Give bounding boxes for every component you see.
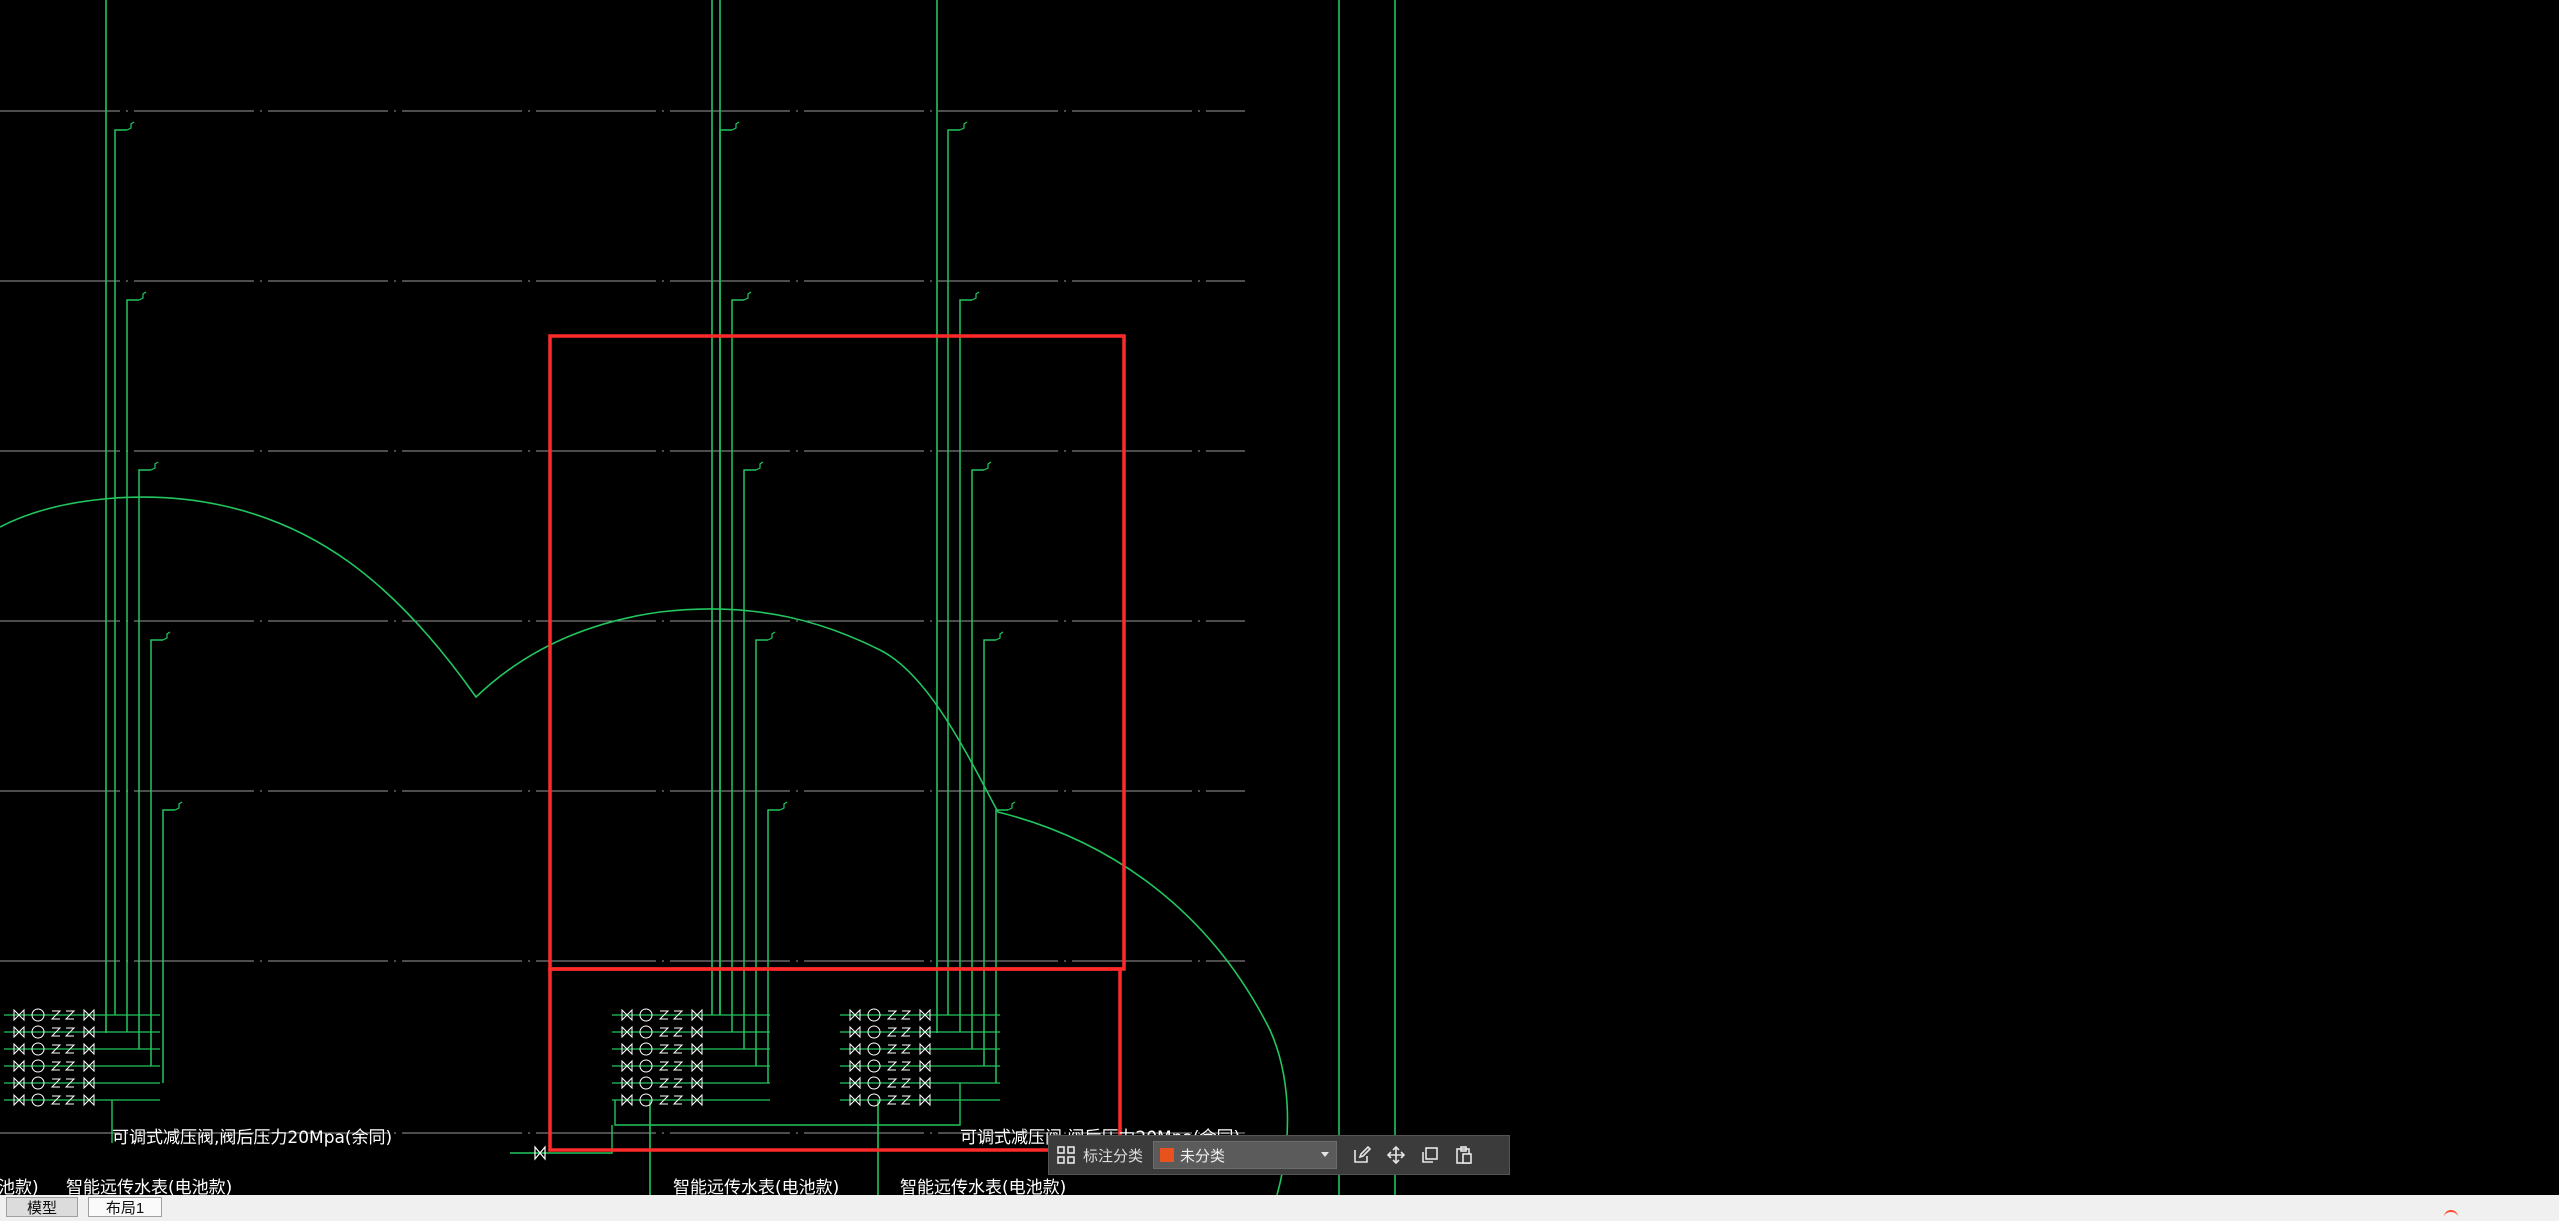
pipe-valve-mark [150,461,159,471]
branch-pipe [755,639,768,1066]
pipe-valve-mark [971,291,980,301]
pipe-valve-mark [743,291,752,301]
tab-layout1[interactable]: 布局1 [88,1197,162,1217]
paste-icon[interactable] [1447,1136,1481,1174]
meter-annotation-edge: 池款) [0,1178,39,1195]
meter-annotation-mid1: 智能远传水表(电池款) [673,1178,839,1195]
layout-tab-bar [0,1195,2559,1221]
boundary-arc [0,496,1289,1195]
branch-pipe [162,809,175,1083]
branch-pipe [126,299,139,1032]
branch-pipe [947,129,960,1015]
branch-pipe [138,469,151,1049]
category-select-value: 未分类 [1180,1147,1226,1165]
classify-label: 标注分类 [1083,1147,1144,1165]
branch-pipe [959,299,972,1032]
meter-groups [4,1008,1000,1107]
meter-annotation-left: 智能远传水表(电池款) [66,1178,232,1195]
pipe-valve-mark [755,461,764,471]
branch-pipe [995,809,1008,1083]
pipe-valve-mark [126,121,135,131]
edit-icon[interactable] [1345,1136,1379,1174]
category-select[interactable]: 未分类 [1153,1141,1338,1169]
cad-drawing-canvas[interactable]: 可调式减压阀,阀后压力20Mpa(余同) 可调式减压阀,阀后压力20Mpa(余同… [0,0,2559,1195]
branch-pipe [719,129,732,1015]
annotation-toolbar: 标注分类 未分类 [1048,1135,1510,1175]
branch-pipe [114,129,127,1015]
pipe-valve-mark [162,631,171,641]
pipe-valve-mark [731,121,740,131]
pipe-valve-mark [1007,801,1016,811]
branch-pipe [983,639,996,1066]
copy-icon[interactable] [1413,1136,1447,1174]
pipe-valve-mark [959,121,968,131]
pipe-valve-mark [995,631,1004,641]
tab-model[interactable]: 模型 [6,1197,78,1217]
selection-box-lower[interactable] [548,967,1122,1152]
pipe-network [105,0,1396,1195]
pipe-valve-mark [138,291,147,301]
chevron-down-icon [1321,1152,1330,1157]
meter-annotation-mid2: 智能远传水表(电池款) [900,1178,1066,1195]
grid-icon[interactable] [1049,1136,1083,1174]
branch-pipe [767,809,780,1083]
branch-pipe [731,299,744,1032]
move-icon[interactable] [1379,1136,1413,1174]
pipe-valve-mark [779,801,788,811]
pipe-valve-mark [174,801,183,811]
branch-pipe [971,469,984,1049]
pipe-valve-mark [983,461,992,471]
category-color-swatch [1160,1148,1175,1162]
prv-annotation-left: 可调式减压阀,阀后压力20Mpa(余同) [112,1128,392,1148]
pipe-valve-mark [767,631,776,641]
selection-box-upper[interactable] [548,334,1126,971]
corner-indicator [2444,1210,2458,1218]
branch-pipe [150,639,163,1066]
floor-grid-lines [0,110,1245,1134]
branch-pipe [743,469,756,1049]
